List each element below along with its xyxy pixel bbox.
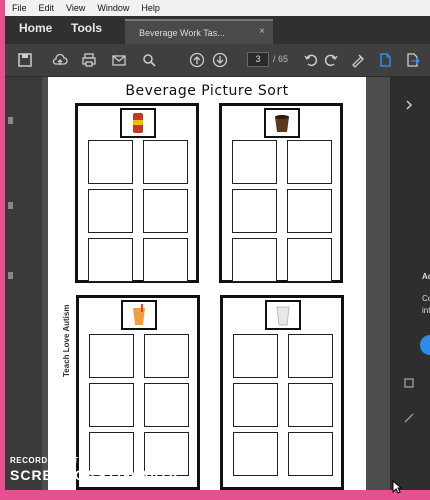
soda-can-icon <box>133 113 143 133</box>
right-tools-pane: Ad Co int <box>390 77 430 490</box>
drop-cell <box>233 383 278 427</box>
screencast-watermark: RECORDED WITH SCREENCAST MATIC <box>10 456 185 483</box>
export-icon[interactable] <box>405 52 421 68</box>
orange-juice-icon <box>133 304 145 325</box>
drop-cell <box>287 140 332 184</box>
drop-cell <box>287 189 332 233</box>
pane-text-line: int <box>422 306 430 315</box>
drop-cell <box>287 238 332 282</box>
drop-cell <box>143 238 188 282</box>
sign-icon[interactable] <box>350 52 366 68</box>
page-total: / 65 <box>273 54 289 64</box>
sort-panel <box>75 103 199 283</box>
drop-cell <box>288 432 333 476</box>
drop-cell <box>144 383 189 427</box>
watermark-screencast-text: SCREENCAST <box>10 467 117 483</box>
document-view: Beverage Picture Sort Teach Love Autism <box>42 77 400 490</box>
drop-cell <box>232 189 277 233</box>
menu-bar: File Edit View Window Help <box>5 0 430 16</box>
panel-toggle-icon[interactable] <box>8 272 13 279</box>
watermark-recorded-text: RECORDED WITH <box>10 456 85 465</box>
sort-panel <box>219 103 343 283</box>
action-button[interactable] <box>420 335 430 355</box>
toolbar: 3 / 65 <box>5 44 430 77</box>
page-number-input[interactable]: 3 <box>247 52 269 67</box>
acrobat-window: File Edit View Window Help Home Tools Be… <box>5 0 430 490</box>
close-tab-icon[interactable]: × <box>259 26 265 37</box>
category-picture <box>121 300 157 330</box>
page-down-icon[interactable] <box>212 52 228 68</box>
rotate-ccw-icon[interactable] <box>303 52 319 68</box>
drop-cell <box>232 238 277 282</box>
tab-tools[interactable]: Tools <box>71 21 102 35</box>
drop-cell <box>288 383 333 427</box>
menu-view[interactable]: View <box>66 3 85 13</box>
sort-panel <box>220 295 344 490</box>
pane-text-line: Co <box>422 294 430 303</box>
pdf-page: Beverage Picture Sort Teach Love Autism <box>48 77 366 490</box>
tool-icon[interactable] <box>403 377 415 389</box>
mail-icon[interactable] <box>111 52 127 68</box>
credit-text: Teach Love Autism <box>62 304 71 377</box>
drop-cell <box>233 432 278 476</box>
watermark-logo-icon <box>118 467 135 483</box>
tab-document[interactable]: Beverage Work Tas... × <box>125 19 273 44</box>
document-tab-label: Beverage Work Tas... <box>139 27 225 38</box>
menu-edit[interactable]: Edit <box>39 3 55 13</box>
print-icon[interactable] <box>81 52 97 68</box>
drop-cell <box>89 383 134 427</box>
tab-bar: Home Tools Beverage Work Tas... × <box>5 16 430 44</box>
coffee-cup-icon <box>275 115 289 132</box>
page-title: Beverage Picture Sort <box>125 83 289 99</box>
drop-cell <box>88 189 133 233</box>
drop-cell <box>88 238 133 282</box>
panel-toggle-icon[interactable] <box>8 117 13 124</box>
drop-cell <box>88 140 133 184</box>
drop-cell <box>288 334 333 378</box>
search-icon[interactable] <box>141 52 157 68</box>
drop-cell <box>233 334 278 378</box>
menu-file[interactable]: File <box>12 3 27 13</box>
rotate-cw-icon[interactable] <box>323 52 339 68</box>
cloud-upload-icon[interactable] <box>52 52 68 68</box>
drop-cell <box>143 189 188 233</box>
watermark-matic-text: MATIC <box>136 467 185 483</box>
category-picture <box>264 108 300 138</box>
panel-toggle-icon[interactable] <box>8 202 13 209</box>
category-picture <box>265 300 301 330</box>
tool-icon[interactable] <box>403 412 415 424</box>
category-picture <box>120 108 156 138</box>
milk-icon <box>276 306 290 326</box>
drop-cell <box>144 334 189 378</box>
drop-cell <box>232 140 277 184</box>
drop-cell <box>143 140 188 184</box>
pane-heading: Ad <box>422 272 430 281</box>
pane-expand-icon[interactable] <box>403 99 415 111</box>
page-up-icon[interactable] <box>189 52 205 68</box>
document-icon[interactable] <box>377 52 393 68</box>
left-navigation-panel <box>5 77 42 490</box>
mouse-cursor-icon <box>392 480 402 494</box>
menu-help[interactable]: Help <box>141 3 160 13</box>
drop-cell <box>89 334 134 378</box>
menu-window[interactable]: Window <box>97 3 129 13</box>
tab-home[interactable]: Home <box>19 21 52 35</box>
save-icon[interactable] <box>17 52 33 68</box>
